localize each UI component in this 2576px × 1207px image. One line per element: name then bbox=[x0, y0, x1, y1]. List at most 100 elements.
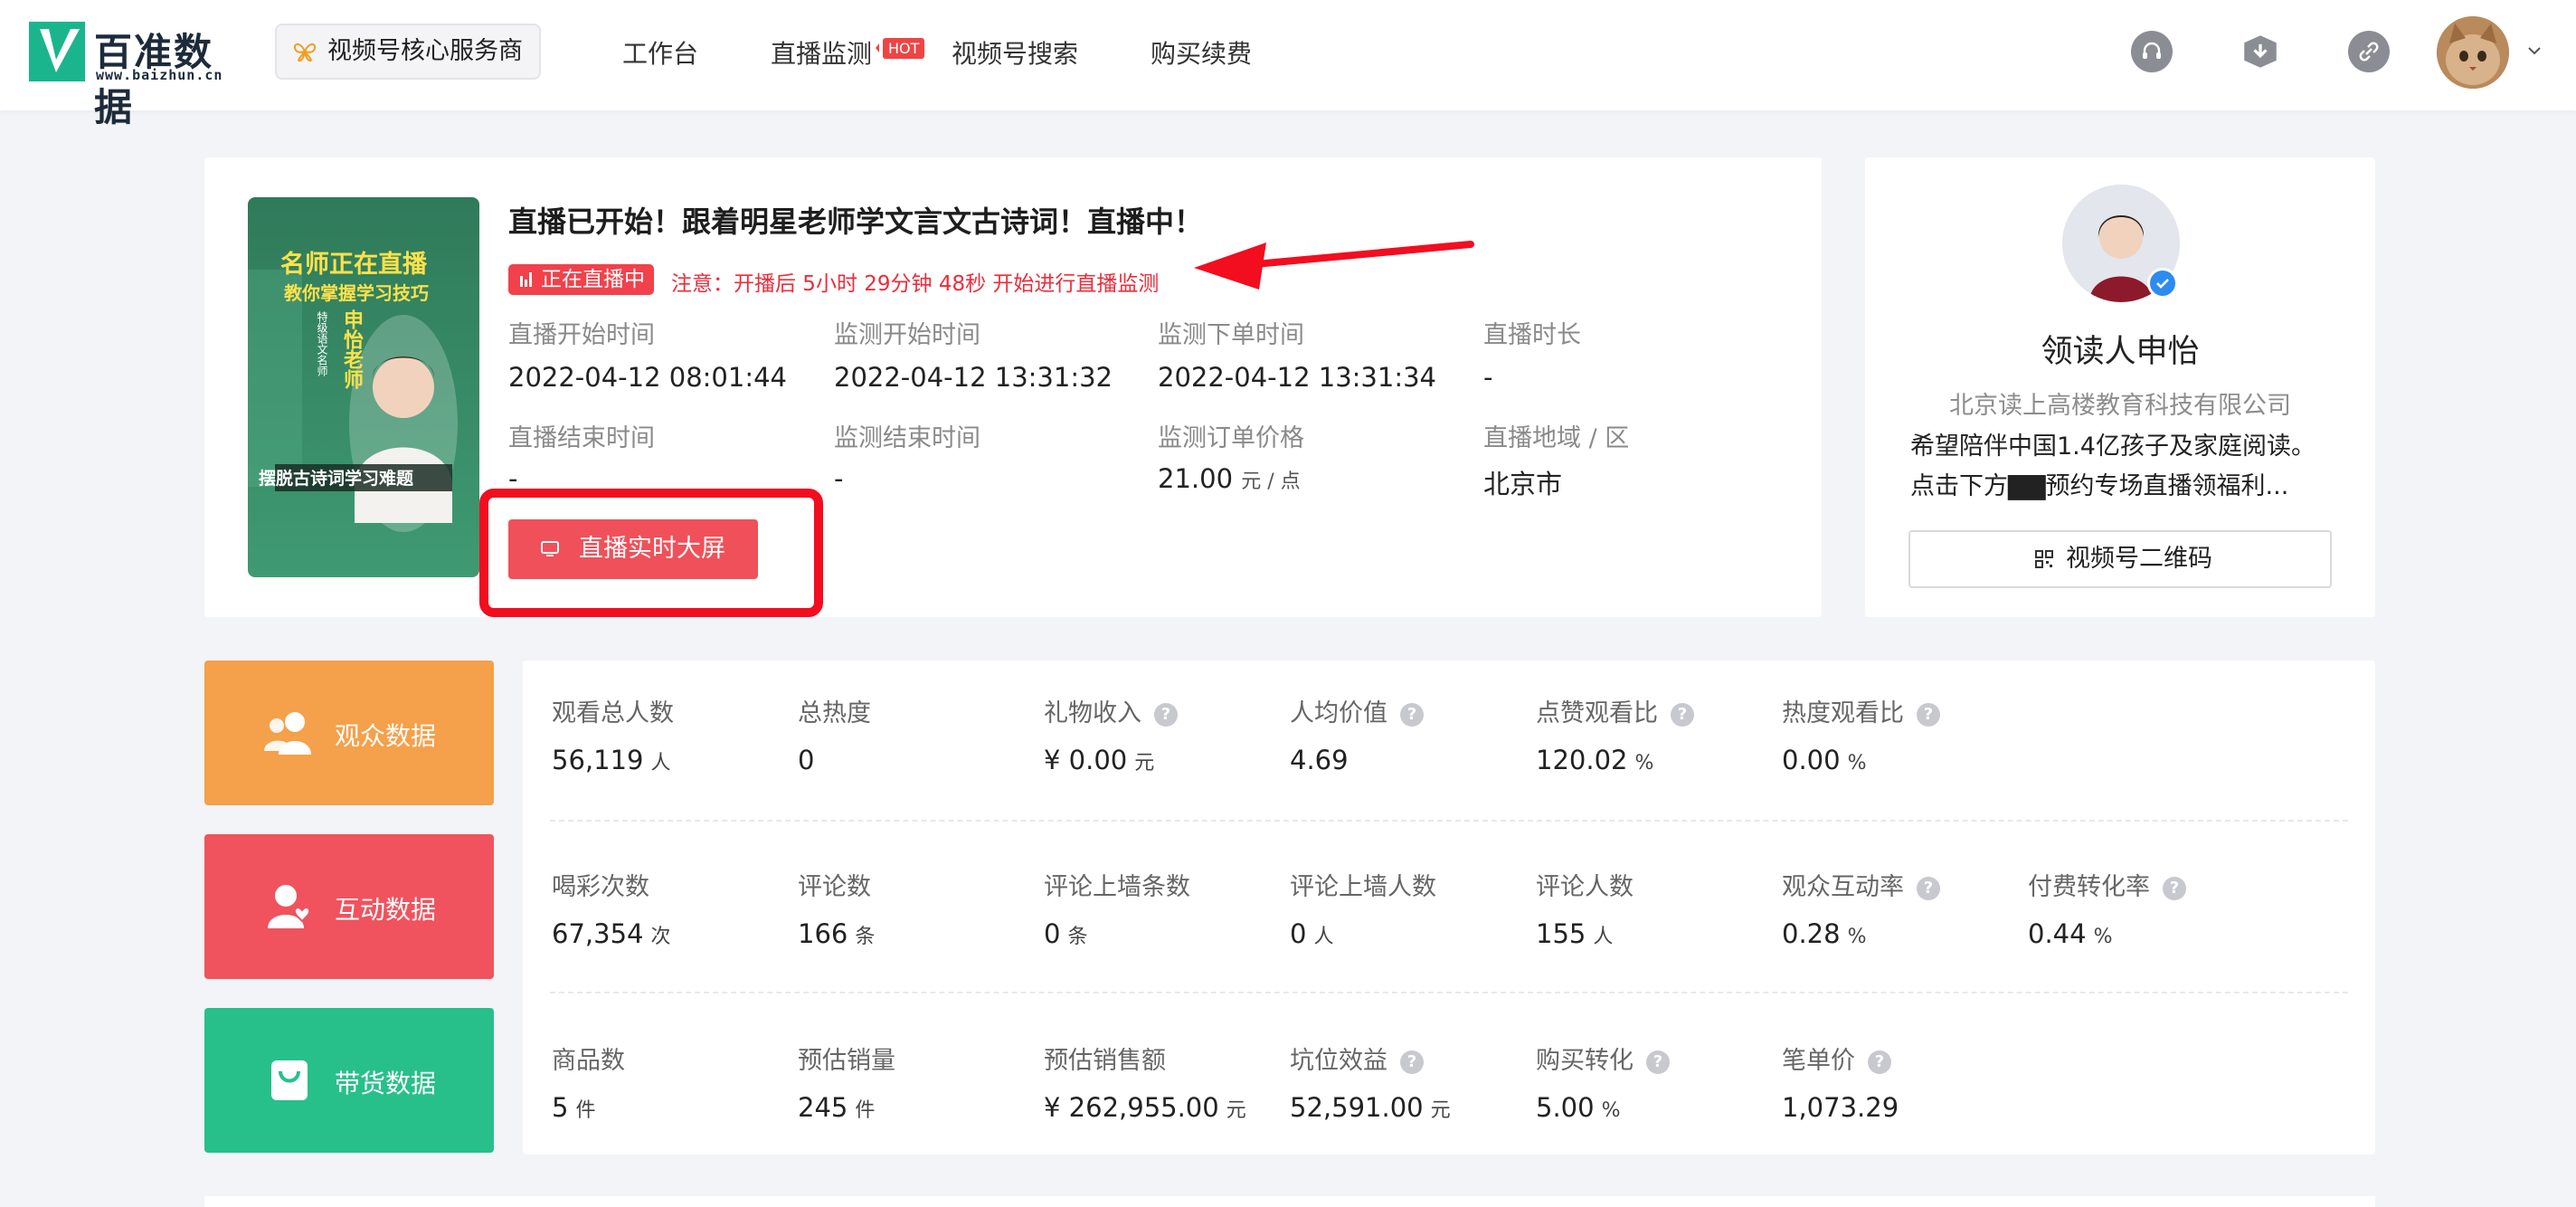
stat-label: 评论上墙人数 bbox=[1290, 867, 1536, 902]
help-icon[interactable]: ? bbox=[1646, 1050, 1670, 1074]
nav-channel-search[interactable]: 视频号搜索 bbox=[952, 34, 1078, 71]
stat-unit: 元 bbox=[1134, 752, 1155, 775]
stat-audience-0: 观看总人数 56,119 人 bbox=[552, 693, 798, 775]
stat-value-number: 166 bbox=[798, 918, 848, 949]
help-icon[interactable]: ? bbox=[1400, 1050, 1424, 1074]
help-icon[interactable]: ? bbox=[2163, 877, 2186, 900]
stat-unit: % bbox=[1847, 752, 1867, 775]
link-icon[interactable] bbox=[2348, 31, 2390, 72]
nav-live-monitor[interactable]: 直播监测 bbox=[771, 34, 872, 71]
order-price-number: 21.00 bbox=[1158, 463, 1234, 494]
stat-label: 付费转化率? bbox=[2028, 867, 2274, 902]
stat-label-text: 评论上墙条数 bbox=[1044, 873, 1190, 901]
monitor-note: 注意：开播后 5小时 29分钟 48秒 开始进行直播监测 bbox=[671, 272, 1160, 296]
stat-value: 0.44% bbox=[2028, 918, 2274, 949]
stat-value-number: ¥ 262,955.00 bbox=[1044, 1092, 1219, 1123]
stat-interaction-4: 评论人数 155 人 bbox=[1536, 867, 1782, 949]
sales-data-button[interactable]: 带货数据 bbox=[204, 1008, 494, 1153]
stat-value: 56,119 人 bbox=[552, 745, 798, 775]
field-value-duration: - bbox=[1483, 362, 1493, 393]
help-icon[interactable]: ? bbox=[1154, 703, 1178, 727]
stat-label-text: 笔单价 bbox=[1782, 1047, 1855, 1075]
stat-value: ¥ 262,955.00 元 bbox=[1044, 1092, 1290, 1123]
profile-desc-line1: 希望陪伴中国1.4亿孩子及家庭阅读。 bbox=[1910, 432, 2316, 461]
stat-label: 人均价值? bbox=[1290, 693, 1536, 728]
field-value-region: 北京市 bbox=[1483, 469, 1563, 499]
live-info-card: 名师正在直播 教你掌握学习技巧 特级语文名师 申怡老师 摆脱古诗词学习难题 直播… bbox=[204, 157, 1822, 617]
stat-value: 1,073.29 bbox=[1782, 1092, 2028, 1123]
stat-unit: 人 bbox=[650, 752, 671, 775]
stat-label-text: 预估销售额 bbox=[1044, 1047, 1166, 1075]
shopping-bag-icon bbox=[271, 1060, 308, 1100]
stat-unit: 元 bbox=[1430, 1099, 1451, 1122]
audience-data-label: 观众数据 bbox=[335, 721, 437, 751]
cover-teacher-tag: 申怡老师 bbox=[340, 309, 363, 389]
stat-value-number: 67,354 bbox=[552, 918, 644, 949]
field-label-order-time: 监测下单时间 bbox=[1158, 321, 1304, 349]
brand-logo[interactable]: 百准数据 www.baizhun.cn bbox=[29, 22, 246, 129]
stat-label: 商品数 bbox=[552, 1041, 798, 1076]
qrcode-button[interactable]: 视频号二维码 bbox=[1908, 530, 2332, 588]
stat-audience-2: 礼物收入? ¥ 0.00 元 bbox=[1044, 693, 1290, 775]
field-label-live-end: 直播结束时间 bbox=[508, 424, 655, 452]
stat-value-number: 4.69 bbox=[1290, 745, 1349, 775]
field-value-monitor-start: 2022-04-12 13:31:32 bbox=[834, 362, 1113, 393]
stat-sales-5: 笔单价? 1,073.29 bbox=[1782, 1041, 2028, 1123]
stat-label: 观看总人数 bbox=[552, 693, 798, 728]
nav-purchase[interactable]: 购买续费 bbox=[1151, 34, 1252, 71]
qrcode-label: 视频号二维码 bbox=[2066, 545, 2212, 573]
live-title: 直播已开始！跟着明星老师学文言文古诗词！直播中！ bbox=[508, 204, 1204, 239]
stat-label: 评论上墙条数 bbox=[1044, 867, 1290, 902]
stat-label: 点赞观看比? bbox=[1536, 693, 1782, 728]
stat-unit: 件 bbox=[575, 1099, 596, 1122]
stat-label-text: 坑位效益 bbox=[1290, 1047, 1387, 1075]
stat-value-number: 5.00 bbox=[1536, 1092, 1595, 1123]
stat-interaction-6: 付费转化率? 0.44% bbox=[2028, 867, 2274, 949]
stat-value: 67,354 次 bbox=[552, 918, 798, 949]
field-label-duration: 直播时长 bbox=[1483, 321, 1581, 349]
stat-label: 礼物收入? bbox=[1044, 693, 1290, 728]
live-status-text: 正在直播中 bbox=[541, 268, 645, 291]
user-avatar[interactable] bbox=[2437, 16, 2509, 89]
help-icon[interactable]: ? bbox=[1400, 703, 1424, 727]
stat-audience-5: 热度观看比? 0.00% bbox=[1782, 693, 2028, 775]
stat-value-number: 120.02 bbox=[1536, 745, 1628, 775]
profile-desc-line2: 点击下方▇▇预约专场直播领福利... bbox=[1910, 472, 2289, 500]
field-label-monitor-start: 监测开始时间 bbox=[834, 321, 980, 349]
stat-value-number: 0.28 bbox=[1782, 918, 1841, 949]
stat-label: 笔单价? bbox=[1782, 1041, 2028, 1076]
highlight-annotation-box bbox=[479, 489, 823, 617]
stat-value-number: 0.00 bbox=[1782, 745, 1841, 775]
stat-value: 4.69 bbox=[1290, 745, 1536, 775]
top-navbar: 百准数据 www.baizhun.cn 视频号核心服务商 工作台 直播监测 HO… bbox=[0, 0, 2576, 129]
users-icon bbox=[264, 712, 311, 755]
nav-workbench[interactable]: 工作台 bbox=[622, 34, 698, 71]
help-icon[interactable]: ? bbox=[1868, 1050, 1891, 1074]
channel-profile-card: 领读人申怡 北京读上高楼教育科技有限公司 希望陪伴中国1.4亿孩子及家庭阅读。 … bbox=[1865, 157, 2375, 617]
live-bars-icon bbox=[520, 272, 532, 287]
stat-label: 预估销量 bbox=[798, 1041, 1044, 1076]
stat-label: 评论人数 bbox=[1536, 867, 1782, 902]
box-icon[interactable] bbox=[2240, 31, 2281, 72]
service-tag-label: 视频号核心服务商 bbox=[327, 37, 523, 65]
cover-bottom-text: 摆脱古诗词学习难题 bbox=[259, 469, 414, 489]
stat-value-number: 155 bbox=[1536, 918, 1586, 949]
chevron-down-icon[interactable] bbox=[2525, 42, 2543, 60]
stat-label-text: 观看总人数 bbox=[552, 699, 674, 727]
field-value-live-start: 2022-04-12 08:01:44 bbox=[508, 362, 787, 393]
help-icon[interactable]: ? bbox=[1671, 703, 1694, 727]
stat-label-text: 购买转化 bbox=[1536, 1047, 1634, 1075]
audience-data-button[interactable]: 观众数据 bbox=[204, 661, 494, 805]
service-provider-tag[interactable]: 视频号核心服务商 bbox=[275, 24, 541, 80]
stat-unit: 件 bbox=[855, 1099, 876, 1122]
stat-label-text: 商品数 bbox=[552, 1047, 625, 1075]
stat-value: 0 bbox=[798, 745, 1044, 775]
interaction-data-button[interactable]: 互动数据 bbox=[204, 834, 494, 979]
help-icon[interactable]: ? bbox=[1917, 703, 1940, 727]
stats-panel: 观看总人数 56,119 人 总热度 0 礼物收入? ¥ 0.00 元 人均价值? 4.69 点赞观… bbox=[523, 661, 2375, 1155]
field-label-region: 直播地域 / 区 bbox=[1483, 424, 1630, 452]
stat-unit: % bbox=[1634, 752, 1654, 775]
help-icon[interactable]: ? bbox=[1917, 877, 1940, 900]
stat-label-text: 礼物收入 bbox=[1044, 699, 1141, 727]
headset-icon[interactable] bbox=[2131, 31, 2173, 72]
